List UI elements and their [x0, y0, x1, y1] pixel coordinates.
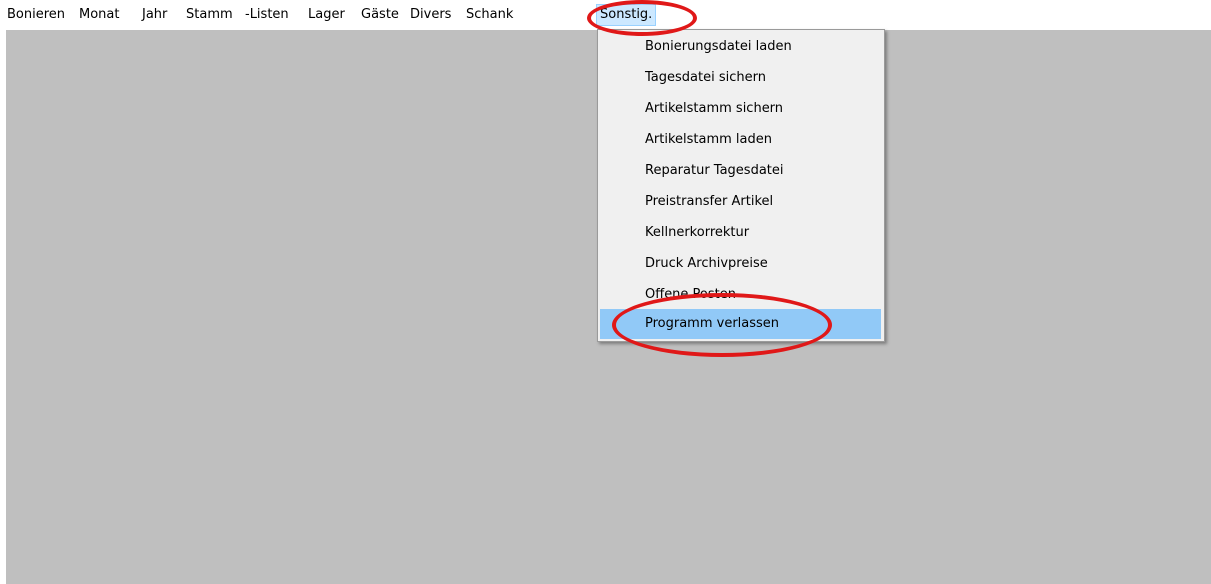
menu-divers[interactable]: Divers [409, 5, 452, 25]
menu-item-artikelstamm-laden[interactable]: Artikelstamm laden [600, 125, 881, 155]
menu-item-druck-archivpreise[interactable]: Druck Archivpreise [600, 249, 881, 279]
menu-jahr[interactable]: Jahr [141, 5, 168, 25]
menu-bonieren[interactable]: Bonieren [6, 5, 66, 25]
menu-lager[interactable]: Lager [307, 5, 346, 25]
menu-listen[interactable]: -Listen [244, 5, 290, 25]
sonstig-dropdown-menu: Bonierungsdatei laden Tagesdatei sichern… [597, 29, 885, 342]
menu-stamm[interactable]: Stamm [185, 5, 234, 25]
menu-item-preistransfer-artikel[interactable]: Preistransfer Artikel [600, 187, 881, 217]
menu-item-bonierungsdatei-laden[interactable]: Bonierungsdatei laden [600, 32, 881, 62]
menu-item-tagesdatei-sichern[interactable]: Tagesdatei sichern [600, 63, 881, 93]
menu-item-programm-verlassen[interactable]: Programm verlassen [600, 309, 881, 339]
menu-item-reparatur-tagesdatei[interactable]: Reparatur Tagesdatei [600, 156, 881, 186]
menu-item-offene-posten[interactable]: Offene Posten [600, 280, 881, 310]
menu-monat[interactable]: Monat [78, 5, 120, 25]
menu-item-kellnerkorrektur[interactable]: Kellnerkorrektur [600, 218, 881, 248]
application-window: Bonieren Monat Jahr Stamm -Listen Lager … [0, 0, 1211, 584]
menu-sonstig[interactable]: Sonstig. [596, 4, 657, 26]
menu-gaeste[interactable]: Gäste [360, 5, 400, 25]
menu-schank[interactable]: Schank [465, 5, 514, 25]
menu-bar: Bonieren Monat Jahr Stamm -Listen Lager … [0, 0, 1211, 30]
menu-item-artikelstamm-sichern[interactable]: Artikelstamm sichern [600, 94, 881, 124]
